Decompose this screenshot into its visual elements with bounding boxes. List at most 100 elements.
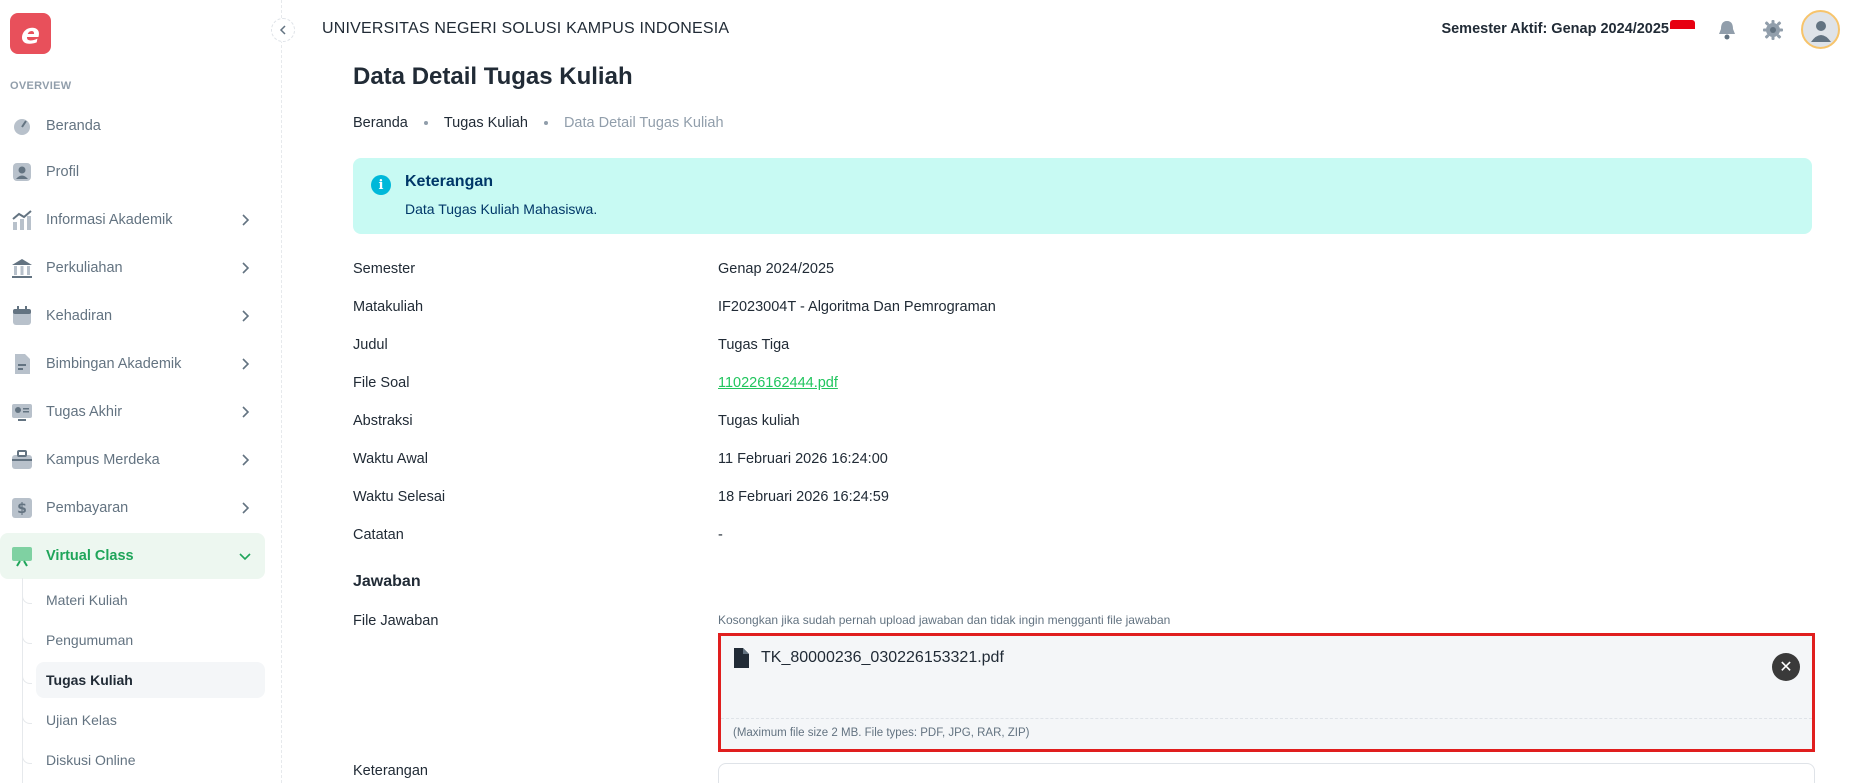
- thesis-icon: [10, 400, 34, 424]
- detail-value-catatan: -: [718, 527, 723, 543]
- submenu-tick: [22, 714, 32, 724]
- breadcrumb: Beranda Tugas Kuliah Data Detail Tugas K…: [353, 115, 724, 131]
- alert-title: Keterangan: [405, 173, 494, 190]
- detail-label-catatan: Catatan: [353, 527, 404, 543]
- info-icon: i: [371, 175, 391, 195]
- uploaded-file-name: TK_80000236_030226153321.pdf: [761, 649, 1004, 666]
- payment-icon: $: [10, 496, 34, 520]
- logo-letter: e: [21, 17, 40, 50]
- breadcrumb-link-beranda[interactable]: Beranda: [353, 115, 408, 131]
- section-title-jawaban: Jawaban: [353, 573, 421, 590]
- sidebar-item-tugas-akhir[interactable]: Tugas Akhir: [0, 389, 265, 435]
- max-file-size-note: (Maximum file size 2 MB. File types: PDF…: [733, 727, 1030, 739]
- remove-file-button[interactable]: ✕: [1772, 653, 1800, 681]
- sidebar-item-label: Beranda: [46, 118, 101, 134]
- chevron-right-icon: [242, 214, 250, 226]
- document-icon: [10, 352, 34, 376]
- submenu-tick: [22, 754, 32, 764]
- keterangan-textarea[interactable]: [718, 763, 1815, 783]
- sidebar-subitem-tugas-kuliah[interactable]: Tugas Kuliah: [36, 662, 265, 698]
- chevron-right-icon: [242, 502, 250, 514]
- info-alert: i Keterangan Data Tugas Kuliah Mahasiswa…: [353, 158, 1812, 234]
- submenu-tick: [22, 594, 32, 604]
- alert-text: Data Tugas Kuliah Mahasiswa.: [405, 201, 598, 217]
- sidebar-item-perkuliahan[interactable]: Perkuliahan: [0, 245, 265, 291]
- detail-label-abstraksi: Abstraksi: [353, 413, 413, 429]
- sidebar-item-informasi-akademik[interactable]: Informasi Akademik: [0, 197, 265, 243]
- chevron-right-icon: [242, 406, 250, 418]
- sidebar-item-label: Virtual Class: [46, 548, 134, 564]
- detail-label-file-soal: File Soal: [353, 375, 410, 391]
- breadcrumb-separator: [543, 121, 548, 125]
- app-logo[interactable]: e: [10, 13, 51, 54]
- detail-value-file-soal: 110226162444.pdf: [718, 375, 838, 391]
- detail-label-judul: Judul: [353, 337, 388, 353]
- sidebar-item-label: Bimbingan Akademik: [46, 356, 182, 372]
- keterangan-label: Keterangan: [353, 763, 428, 779]
- detail-label-waktu-awal: Waktu Awal: [353, 451, 428, 467]
- detail-label-semester: Semester: [353, 261, 416, 277]
- detail-value-judul: Tugas Tiga: [718, 337, 790, 353]
- sidebar-item-label: Tugas Akhir: [46, 404, 123, 420]
- nav-subheader: OVERVIEW: [10, 80, 72, 92]
- university-name: UNIVERSITAS NEGERI SOLUSI KAMPUS INDONES…: [322, 20, 730, 37]
- bank-icon: [10, 256, 34, 280]
- notification-bell-icon[interactable]: [1715, 18, 1739, 42]
- chevron-left-icon: [279, 25, 286, 35]
- sidebar-item-profil[interactable]: Profil: [0, 149, 265, 195]
- active-semester-label: Semester Aktif: Genap 2024/2025: [1441, 21, 1669, 37]
- page-title: Data Detail Tugas Kuliah: [353, 63, 633, 90]
- breadcrumb-separator: [423, 121, 428, 125]
- chevron-right-icon: [242, 358, 250, 370]
- submenu-tick: [22, 674, 32, 684]
- close-icon: ✕: [1779, 659, 1793, 676]
- sidebar-subitem-ujian-kelas[interactable]: Ujian Kelas: [36, 702, 265, 738]
- sidebar-item-label: Informasi Akademik: [46, 212, 173, 228]
- detail-value-waktu-selesai: 18 Februari 2026 16:24:59: [718, 489, 889, 505]
- detail-value-waktu-awal: 11 Februari 2026 16:24:00: [718, 451, 888, 467]
- calendar-icon: [10, 304, 34, 328]
- dashboard-icon: [10, 114, 34, 138]
- sidebar-collapse-button[interactable]: [271, 18, 295, 42]
- language-flag-icon[interactable]: [1670, 20, 1695, 38]
- sidebar-subitem-pengumuman[interactable]: Pengumuman: [36, 622, 265, 658]
- svg-text:$: $: [17, 501, 27, 517]
- detail-value-semester: Genap 2024/2025: [718, 261, 835, 277]
- sidebar-item-label: Kehadiran: [46, 308, 113, 324]
- detail-label-matakuliah: Matakuliah: [353, 299, 424, 315]
- settings-gear-icon[interactable]: [1761, 18, 1785, 42]
- chevron-right-icon: [242, 262, 250, 274]
- chevron-right-icon: [242, 454, 250, 466]
- sidebar-item-kampus-merdeka[interactable]: Kampus Merdeka: [0, 437, 265, 483]
- sidebar-item-kehadiran[interactable]: Kehadiran: [0, 293, 265, 339]
- user-icon: [10, 160, 34, 184]
- file-soal-link[interactable]: 110226162444.pdf: [718, 375, 838, 391]
- file-jawaban-label: File Jawaban: [353, 613, 439, 629]
- sidebar-subitem-materi-kuliah[interactable]: Materi Kuliah: [36, 582, 265, 618]
- sidebar-item-pembayaran[interactable]: $ Pembayaran: [0, 485, 265, 531]
- breadcrumb-current: Data Detail Tugas Kuliah: [563, 115, 724, 131]
- chevron-right-icon: [242, 310, 250, 322]
- sidebar-item-label: Profil: [46, 164, 80, 180]
- sidebar-item-label: Kampus Merdeka: [46, 452, 160, 468]
- user-avatar[interactable]: [1801, 10, 1840, 49]
- sidebar-item-label: Perkuliahan: [46, 260, 123, 276]
- sidebar-subitem-diskusi-online[interactable]: Diskusi Online: [36, 742, 265, 778]
- sidebar: e OVERVIEW Beranda Profil Informasi Akad…: [0, 0, 282, 783]
- detail-label-waktu-selesai: Waktu Selesai: [353, 489, 446, 505]
- chart-icon: [10, 208, 34, 232]
- dropzone-divider: [721, 718, 1812, 719]
- uploaded-file: TK_80000236_030226153321.pdf: [733, 648, 1004, 668]
- file-upload-dropzone[interactable]: TK_80000236_030226153321.pdf ✕ (Maximum …: [718, 633, 1815, 752]
- chevron-down-icon: [239, 553, 251, 561]
- briefcase-icon: [10, 448, 34, 472]
- file-icon: [734, 648, 749, 668]
- upload-hint: Kosongkan jika sudah pernah upload jawab…: [718, 613, 1171, 627]
- sidebar-item-beranda[interactable]: Beranda: [0, 103, 265, 149]
- sidebar-item-virtual-class[interactable]: Virtual Class: [0, 533, 265, 579]
- detail-value-matakuliah: IF2023004T - Algoritma Dan Pemrograman: [718, 299, 996, 315]
- breadcrumb-link-tugas-kuliah[interactable]: Tugas Kuliah: [444, 115, 528, 131]
- user-avatar-icon: [1810, 20, 1831, 42]
- detail-value-abstraksi: Tugas kuliah: [718, 413, 800, 429]
- sidebar-item-bimbingan-akademik[interactable]: Bimbingan Akademik: [0, 341, 265, 387]
